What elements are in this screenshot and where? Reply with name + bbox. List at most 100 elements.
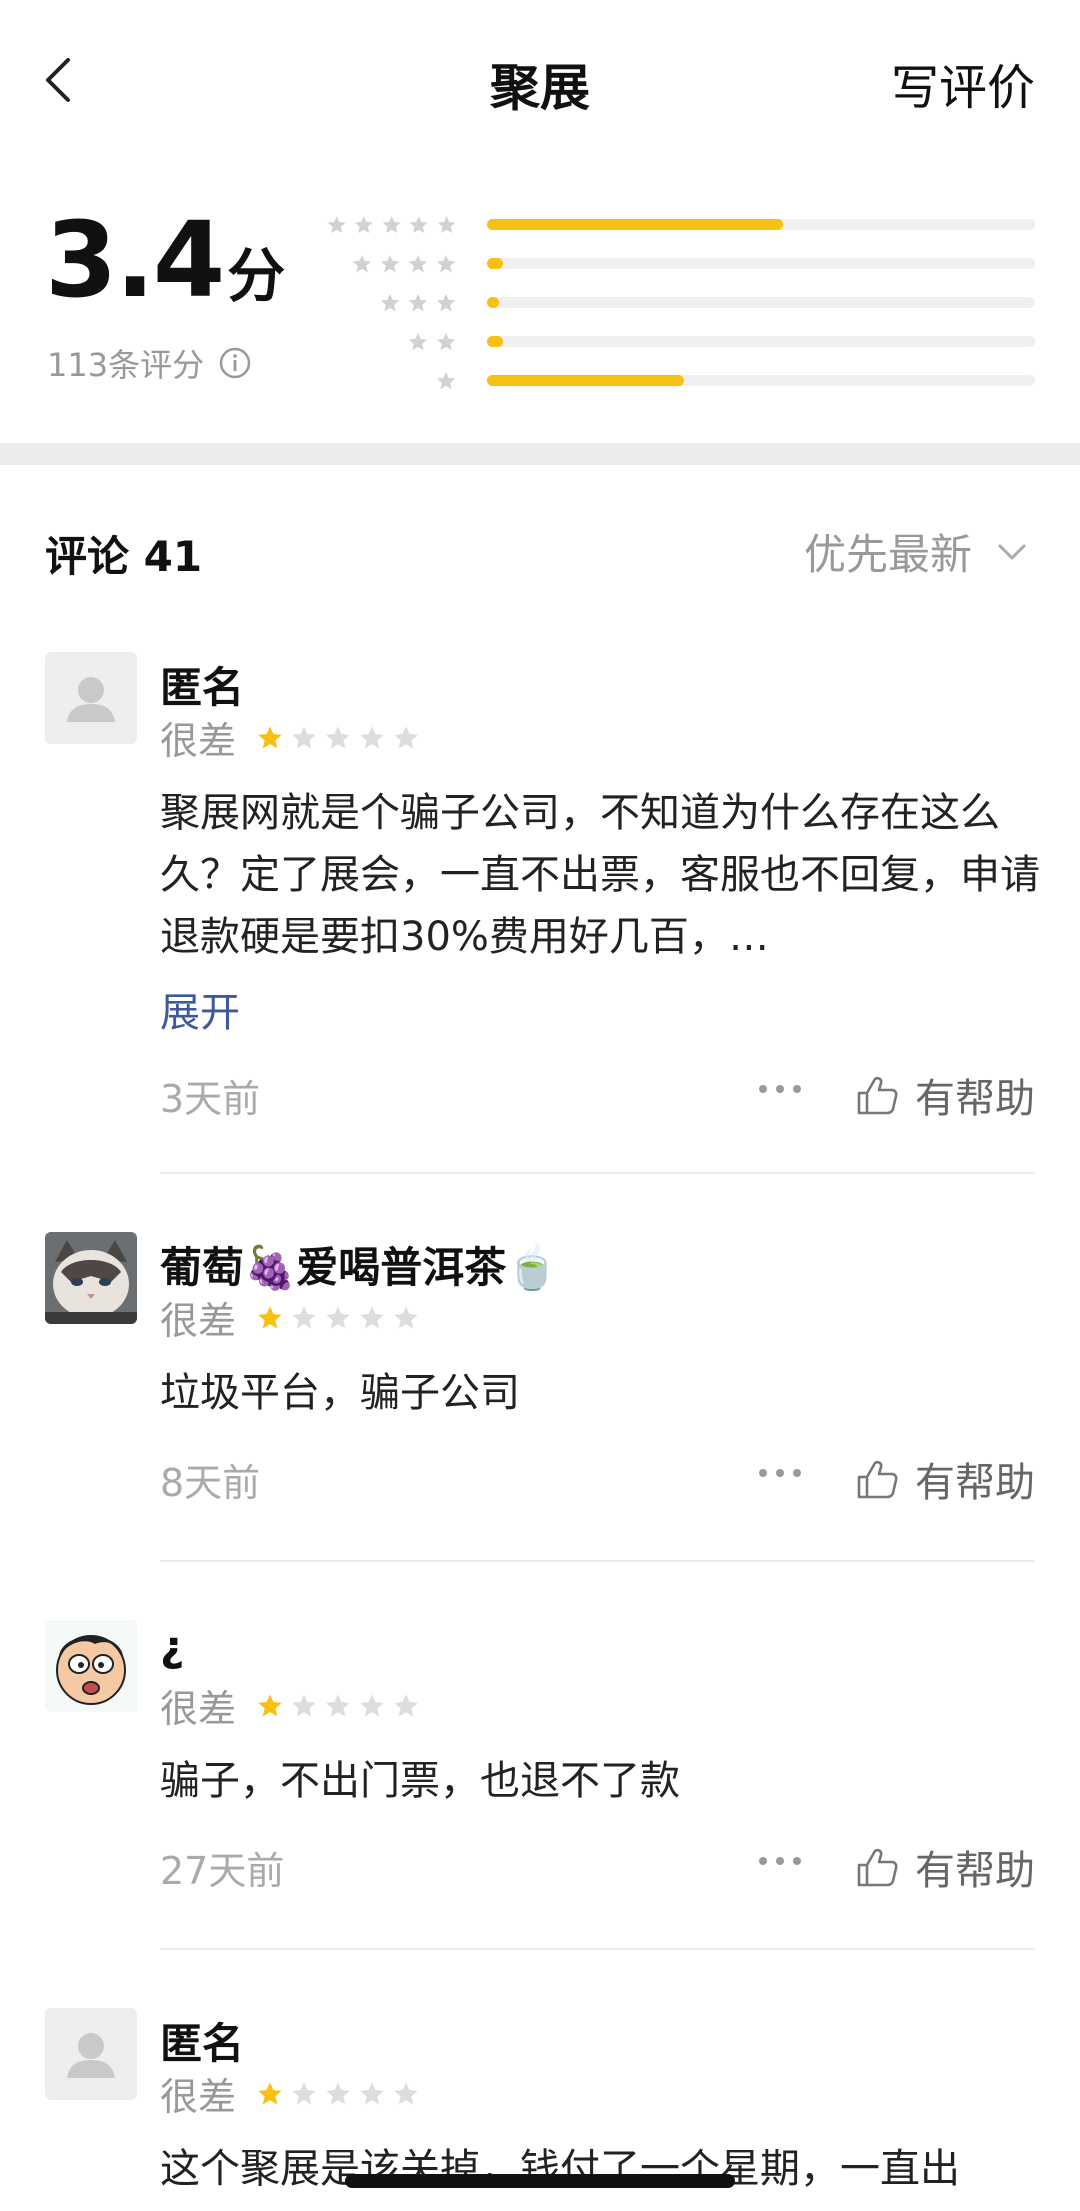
cat-avatar-icon [45,1232,137,1324]
section-divider [0,443,1080,465]
helpful-button[interactable]: 有帮助 [855,1838,1035,1896]
reviewer-name[interactable]: 葡萄🍇爱喝普洱茶🍵 [160,1234,559,1295]
more-options-icon[interactable] [757,1846,803,1876]
review-rating: 很差 [160,2066,426,2121]
distribution-bar-track [487,297,1035,308]
rating-distribution [320,205,1035,400]
star-empty-icon [360,725,384,748]
star-empty-icon [360,2081,384,2104]
distribution-stars [320,253,465,275]
default-avatar-icon [45,2008,137,2100]
avatar[interactable] [45,652,137,744]
review-separator [160,1560,1035,1562]
review-time: 27天前 [160,1849,285,1893]
helpful-button[interactable]: 有帮助 [855,1066,1035,1124]
distribution-bar-fill [487,336,504,347]
helpful-button[interactable]: 有帮助 [855,1450,1035,1508]
nav-bar: 聚展 写评价 [0,0,1080,160]
star-icon [436,332,456,350]
review-time: 8天前 [160,1461,261,1505]
star-filled-icon [258,2081,282,2104]
star-icon [380,293,400,311]
review-rating: 很差 [160,710,426,765]
distribution-row-1-star [320,361,1035,400]
star-icon [327,215,346,233]
star-icon [408,332,428,350]
review-text: 垃圾平台，骗子公司 [160,1370,520,1416]
comments-title: 评论 41 [45,532,203,581]
avatar[interactable] [45,2008,137,2100]
rating-summary: 3.4分 113条评分 [0,160,1080,443]
rating-label: 很差 [160,719,237,763]
write-review-button[interactable]: 写评价 [891,48,1035,118]
review-stars [256,1692,426,1720]
expand-link[interactable]: 展开 [160,980,240,1038]
average-score: 3.4分 [45,208,285,312]
star-filled-icon [258,725,282,748]
thumbs-up-icon [857,1460,898,1499]
star-empty-icon [292,2081,316,2104]
reviewer-name[interactable]: ¿ [160,1622,184,1671]
star-icon [436,254,456,272]
review-rating: 很差 [160,1290,426,1345]
distribution-stars [320,292,465,314]
home-indicator [345,2174,735,2188]
distribution-bar-track [487,258,1035,269]
helpful-label: 有帮助 [915,1848,1035,1894]
distribution-row-2-star [320,322,1035,361]
star-empty-icon [394,725,418,748]
score-unit: 分 [227,242,285,310]
star-empty-icon [326,725,350,748]
distribution-bar-fill [487,297,500,308]
review-separator [160,1172,1035,1174]
distribution-bar-track [487,375,1035,386]
star-empty-icon [326,1693,350,1716]
rating-label: 很差 [160,1687,237,1731]
distribution-stars [320,331,465,353]
distribution-bar-fill [487,219,783,230]
review-separator [160,1948,1035,1950]
distribution-bar-fill [487,258,504,269]
distribution-bar-fill [487,375,685,386]
sort-dropdown[interactable]: 优先最新 [804,521,1030,582]
comments-header: 评论 41 优先最新 [0,465,1080,615]
star-icon [436,293,456,311]
star-icon [408,254,428,272]
star-icon [436,371,456,389]
reviewer-name[interactable]: 匿名 [160,654,244,715]
star-empty-icon [394,2081,418,2104]
star-icon [380,254,400,272]
avatar[interactable] [45,1232,137,1324]
thumbs-up-icon [857,1848,898,1887]
review-stars [256,1304,426,1332]
cartoon-face-avatar-icon [45,1620,137,1712]
review-footer: 8天前 有帮助 [160,1446,1035,1506]
thumbs-up-icon [857,1076,898,1115]
star-filled-icon [258,1305,282,1328]
score-value: 3.4 [45,199,225,321]
star-empty-icon [394,1693,418,1716]
review-footer: 27天前 有帮助 [160,1834,1035,1894]
star-empty-icon [292,1305,316,1328]
review-stars [256,2080,426,2108]
sort-label: 优先最新 [803,530,972,579]
reviewer-name[interactable]: 匿名 [160,2010,244,2071]
info-circle-icon[interactable] [218,346,252,380]
more-options-icon[interactable] [757,1458,803,1488]
more-options-icon[interactable] [757,1074,803,1104]
review-stars [256,724,426,752]
distribution-stars [320,214,465,236]
star-icon [352,254,372,272]
distribution-row-3-star [320,283,1035,322]
star-empty-icon [360,1693,384,1716]
review-text: 骗子，不出门票，也退不了款 [160,1758,680,1804]
rating-count-text: 113条评分 [47,346,205,384]
helpful-label: 有帮助 [915,1460,1035,1506]
review-text: 聚展网就是个骗子公司，不知道为什么存在这么久？定了展会，一直不出票，客服也不回复… [160,790,1040,960]
default-avatar-icon [45,652,137,744]
distribution-stars [320,370,465,392]
distribution-row-5-star [320,205,1035,244]
avatar[interactable] [45,1620,137,1712]
distribution-bar-track [487,219,1035,230]
rating-label: 很差 [160,1299,237,1343]
